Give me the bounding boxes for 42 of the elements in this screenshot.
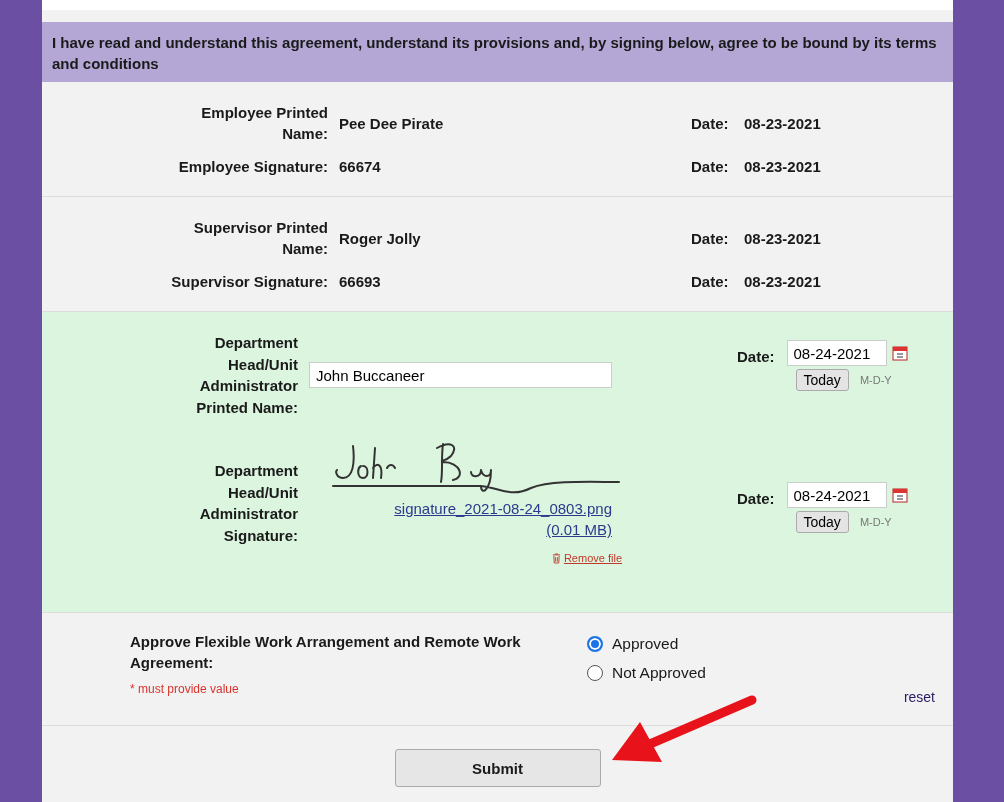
- date-value: 08-23-2021: [744, 114, 822, 132]
- field-label: Supervisor Printed Name:: [192, 218, 328, 259]
- date-value: 08-23-2021: [744, 273, 822, 290]
- radio-button[interactable]: [587, 665, 603, 681]
- radio-button[interactable]: [587, 636, 603, 652]
- option-label[interactable]: Approved: [612, 635, 679, 653]
- field-value: Pee Dee Pirate: [338, 114, 445, 132]
- signature-file-link[interactable]: signature_2021-08-24_0803.png: [394, 498, 612, 519]
- field-label: Employee Printed Name:: [200, 103, 328, 144]
- date-field[interactable]: 08-24-2021: [786, 482, 887, 508]
- date-label: Date:: [737, 489, 775, 507]
- required-note: * must provide value: [130, 682, 240, 696]
- date-format-hint: M-D-Y: [859, 516, 892, 528]
- file-size-link[interactable]: (0.01 MB): [546, 519, 612, 540]
- field-value: 66693: [338, 273, 382, 290]
- date-label: Date:: [691, 229, 730, 247]
- printed-name-field[interactable]: John Buccaneer: [309, 362, 612, 388]
- date-label: Date:: [691, 158, 730, 175]
- field-label: Employee Signature:: [178, 157, 328, 177]
- date-value: 08-23-2021: [744, 158, 822, 175]
- today-button[interactable]: Today: [795, 369, 849, 391]
- date-label: Date:: [737, 347, 775, 365]
- submit-button[interactable]: Submit: [394, 749, 601, 787]
- date-field[interactable]: 08-24-2021: [786, 340, 887, 366]
- trash-icon[interactable]: [551, 552, 561, 564]
- calendar-icon[interactable]: [891, 487, 908, 503]
- remove-file-link[interactable]: Remove file: [563, 552, 622, 564]
- reset-link[interactable]: reset: [903, 689, 935, 705]
- agreement-notice: I have read and understand this agreement, understand its provisions and, by signing below, agree to be bound by its terms and conditions: [42, 22, 953, 82]
- approval-label: Approve Flexible Work Arrangement and Remote Work Agreement:: [130, 632, 522, 673]
- field-label: Supervisor Signature:: [171, 272, 328, 292]
- date-label: Date:: [691, 273, 730, 290]
- date-label: Date:: [691, 114, 730, 132]
- field-label: Department Head/Unit Administrator Signature:: [198, 461, 298, 546]
- field-value: 66674: [338, 158, 382, 175]
- calendar-icon[interactable]: [891, 345, 908, 361]
- option-label[interactable]: Not Approved: [612, 664, 706, 682]
- date-format-hint: M-D-Y: [859, 374, 892, 386]
- today-button[interactable]: Today: [795, 511, 849, 533]
- field-label: Department Head/Unit Administrator Printed Name:: [195, 333, 298, 418]
- date-value: 08-23-2021: [744, 229, 822, 247]
- field-value: Roger Jolly: [338, 229, 422, 247]
